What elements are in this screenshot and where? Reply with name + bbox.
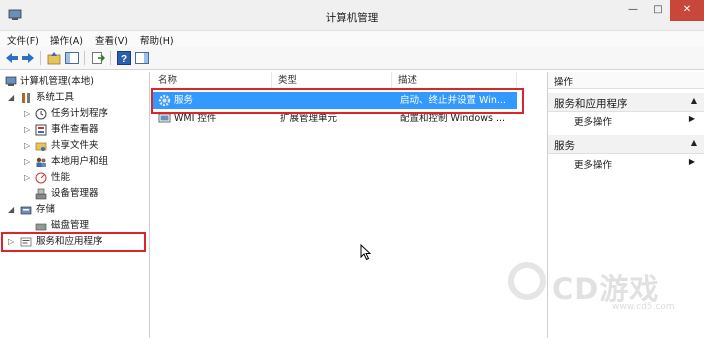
device-manager-icon — [35, 188, 47, 200]
collapse-icon[interactable]: ◢ — [8, 202, 14, 217]
expand-icon[interactable]: ▷ — [8, 234, 14, 249]
submenu-arrow-icon: ▶ — [688, 114, 695, 123]
tree-item-root[interactable]: 计算机管理(本地) — [0, 74, 150, 89]
row-name: 服务 — [174, 95, 194, 106]
expand-icon[interactable]: ▷ — [24, 106, 30, 121]
help-icon[interactable]: ? — [116, 50, 132, 66]
actions-header-label: 操作 — [554, 77, 574, 88]
tree-label: 系统工具 — [36, 92, 75, 103]
collapse-caret-icon[interactable]: ▲ — [691, 138, 697, 147]
tree-label: 性能 — [51, 172, 71, 183]
mouse-cursor-icon — [360, 244, 372, 261]
more-actions-label: 更多操作 — [574, 160, 613, 171]
list-row-wmi[interactable]: WMI 控件 扩展管理单元 配置和控制 Windows ... — [152, 110, 517, 127]
show-hide-tree-icon[interactable] — [64, 50, 80, 66]
expand-icon[interactable]: ▷ — [24, 122, 30, 137]
tree-label: 事件查看器 — [51, 124, 99, 135]
menu-action[interactable]: 操作(A) — [50, 33, 83, 47]
actions-header: 操作 — [548, 72, 704, 89]
menu-file[interactable]: 文件(F) — [7, 33, 39, 47]
toolbar-separator — [40, 51, 41, 65]
watermark-logo-icon — [508, 262, 546, 300]
action-pane-icon[interactable] — [134, 50, 150, 66]
row-type: 扩展管理单元 — [280, 113, 338, 124]
window-title: 计算机管理 — [325, 12, 379, 24]
toolbar-separator — [110, 51, 111, 65]
shared-folder-icon — [35, 142, 47, 151]
row-name: WMI 控件 — [174, 113, 217, 124]
row-description: 启动、终止并设置 Win... — [400, 95, 506, 106]
tree-item-task-scheduler[interactable]: ▷ 任务计划程序 — [0, 106, 150, 121]
action-section-services-apps[interactable]: 服务和应用程序 ▲ — [548, 93, 704, 112]
tree-item-disk-management[interactable]: 磁盘管理 — [0, 218, 150, 233]
toolbar-separator — [84, 51, 85, 65]
watermark-url: www.cd5.com — [612, 302, 675, 312]
tree-item-device-manager[interactable]: 设备管理器 — [0, 186, 150, 201]
column-header-description[interactable]: 描述 — [392, 72, 517, 90]
tree-item-shared-folders[interactable]: ▷ 共享文件夹 — [0, 138, 150, 153]
tree-item-local-users[interactable]: ▷ 本地用户和组 — [0, 154, 150, 169]
performance-icon — [35, 172, 47, 184]
title-bar: 计算机管理 — □ ✕ — [0, 0, 704, 31]
tree-label: 计算机管理(本地) — [20, 76, 94, 87]
list-row-services[interactable]: 服务 启动、终止并设置 Win... — [152, 92, 517, 109]
toolbar: ? — [0, 47, 704, 70]
action-more-actions[interactable]: 更多操作 ▶ — [548, 155, 704, 172]
navigation-tree: 计算机管理(本地) ◢ 系统工具 ▷ 任务计划程序 ▷ 事件查看器 ▷ 共享文件… — [0, 72, 150, 338]
expand-icon[interactable]: ▷ — [24, 138, 30, 153]
section-title: 服务和应用程序 — [554, 98, 628, 110]
maximize-button[interactable]: □ — [646, 0, 670, 21]
tree-label: 任务计划程序 — [51, 108, 109, 119]
forward-icon[interactable] — [20, 50, 36, 66]
storage-icon — [20, 206, 32, 215]
clock-icon — [35, 108, 47, 120]
close-button[interactable]: ✕ — [670, 0, 704, 21]
tree-label: 共享文件夹 — [51, 140, 99, 151]
event-viewer-icon — [35, 124, 47, 136]
computer-management-icon — [5, 76, 17, 86]
tree-label: 设备管理器 — [51, 188, 99, 199]
action-more-actions[interactable]: 更多操作 ▶ — [548, 112, 704, 129]
tree-item-system-tools[interactable]: ◢ 系统工具 — [0, 90, 150, 105]
minimize-button[interactable]: — — [620, 0, 646, 21]
collapse-caret-icon[interactable]: ▲ — [691, 96, 697, 105]
more-actions-label: 更多操作 — [574, 117, 613, 128]
collapse-icon[interactable]: ◢ — [8, 90, 14, 105]
wmi-icon — [158, 113, 171, 123]
submenu-arrow-icon: ▶ — [688, 157, 695, 166]
users-icon — [36, 157, 46, 167]
section-title: 服务 — [554, 140, 575, 152]
column-header-name[interactable]: 名称 — [152, 72, 272, 90]
menu-help[interactable]: 帮助(H) — [140, 33, 174, 47]
gear-icon — [158, 94, 171, 107]
back-icon[interactable] — [4, 50, 20, 66]
menu-bar: 文件(F) 操作(A) 查看(V) 帮助(H) — [0, 31, 704, 47]
row-description: 配置和控制 Windows ... — [400, 113, 506, 124]
tree-item-event-viewer[interactable]: ▷ 事件查看器 — [0, 122, 150, 137]
expand-icon[interactable]: ▷ — [24, 170, 30, 185]
content-list: 名称 类型 描述 服务 启动、终止并设置 Win... WMI 控件 扩展管理单… — [152, 72, 545, 338]
tree-item-storage[interactable]: ◢ 存储 — [0, 202, 150, 217]
services-apps-icon — [20, 237, 32, 247]
tools-icon — [22, 93, 30, 103]
svg-text:?: ? — [121, 54, 127, 65]
menu-view[interactable]: 查看(V) — [95, 33, 128, 47]
tree-label: 服务和应用程序 — [36, 236, 103, 247]
tree-item-performance[interactable]: ▷ 性能 — [0, 170, 150, 185]
tree-label: 本地用户和组 — [51, 156, 109, 167]
tree-item-services-apps[interactable]: ▷ 服务和应用程序 — [0, 234, 150, 249]
action-section-services[interactable]: 服务 ▲ — [548, 135, 704, 154]
tree-label: 存储 — [36, 204, 56, 215]
up-icon[interactable] — [46, 50, 62, 66]
export-icon[interactable] — [90, 50, 106, 66]
disk-icon — [35, 223, 47, 231]
column-header-type[interactable]: 类型 — [272, 72, 392, 90]
expand-icon[interactable]: ▷ — [24, 154, 30, 169]
tree-label: 磁盘管理 — [51, 220, 90, 231]
